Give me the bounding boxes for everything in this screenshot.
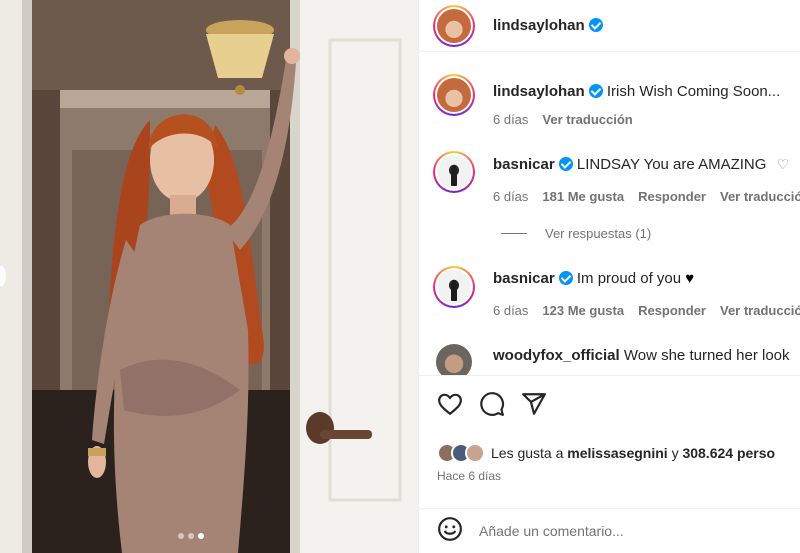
comment-likes[interactable]: 181 Me gusta xyxy=(542,189,624,204)
add-comment-bar xyxy=(419,508,800,553)
comment-item: lindsaylohan Irish Wish Coming Soon... 6… xyxy=(433,74,780,127)
comment-avatar[interactable] xyxy=(433,266,475,308)
comment-item: basnicar LINDSAY You are AMAZING ♡ 6 día… xyxy=(433,151,800,204)
comment-icon[interactable] xyxy=(479,391,505,417)
reply-button[interactable]: Responder xyxy=(638,189,706,204)
view-replies-button[interactable]: Ver respuestas (1) xyxy=(501,226,651,241)
likes-summary[interactable]: Les gusta a melissasegnini y 308.624 per… xyxy=(437,443,775,463)
likes-prefix: Les gusta a xyxy=(491,445,564,461)
comment-username[interactable]: woodyfox_official xyxy=(493,347,620,364)
comment-text: Wow she turned her look xyxy=(623,347,790,364)
comment-avatar[interactable] xyxy=(436,344,472,375)
comment-item: basnicar Im proud of you ♥ 6 días 123 Me… xyxy=(433,266,800,318)
comment-avatar[interactable] xyxy=(433,74,475,116)
post-photo xyxy=(0,0,418,553)
post-header: lindsaylohan xyxy=(419,0,800,52)
verified-icon xyxy=(558,157,573,171)
comment-text: Im proud of you xyxy=(576,270,682,287)
post-timestamp[interactable]: Hace 6 días xyxy=(437,469,501,483)
comment-age[interactable]: 6 días xyxy=(493,189,528,204)
liker-avatars xyxy=(437,443,485,463)
comment-avatar[interactable] xyxy=(433,151,475,193)
comment-username[interactable]: lindsaylohan xyxy=(493,83,585,100)
heart-icon[interactable] xyxy=(437,391,463,417)
comment-text: Irish Wish Coming Soon... xyxy=(606,83,781,100)
carousel-dot xyxy=(178,533,184,539)
comment-age[interactable]: 6 días xyxy=(493,112,528,127)
author-username[interactable]: lindsaylohan xyxy=(493,17,603,34)
likes-count[interactable]: 308.624 perso xyxy=(682,445,775,461)
comment-likes[interactable]: 123 Me gusta xyxy=(542,303,624,318)
translate-link[interactable]: Ver traducción xyxy=(720,189,800,204)
black-heart-icon: ♥ xyxy=(685,270,695,287)
reply-button[interactable]: Responder xyxy=(638,303,706,318)
verified-icon xyxy=(558,271,573,285)
verified-icon xyxy=(588,84,603,98)
comment-age[interactable]: 6 días xyxy=(493,303,528,318)
post-actions: Les gusta a melissasegnini y 308.624 per… xyxy=(419,375,800,483)
translate-link[interactable]: Ver traducción xyxy=(720,303,800,318)
carousel-indicator xyxy=(178,533,204,539)
likes-user[interactable]: melissasegnini xyxy=(567,445,667,461)
comment-username[interactable]: basnicar xyxy=(493,270,555,287)
translate-link[interactable]: Ver traducción xyxy=(542,112,632,127)
carousel-dot xyxy=(188,533,194,539)
comment-like-icon[interactable]: ♡ xyxy=(777,154,790,174)
comment-text: LINDSAY You are AMAZING xyxy=(576,156,767,173)
emoji-icon[interactable] xyxy=(437,516,463,547)
post-sidebar: lindsaylohan lindsaylohan Irish Wish Com… xyxy=(418,0,800,553)
comment-input[interactable] xyxy=(479,523,779,539)
share-icon[interactable] xyxy=(521,391,547,417)
verified-icon xyxy=(588,18,603,32)
comment-item: woodyfox_official Wow she turned her loo… xyxy=(433,344,790,375)
likes-conj: y xyxy=(671,445,679,461)
author-avatar[interactable] xyxy=(433,4,475,47)
comment-username[interactable]: basnicar xyxy=(493,156,555,173)
carousel-dot-active xyxy=(198,533,204,539)
comments-list[interactable]: lindsaylohan Irish Wish Coming Soon... 6… xyxy=(419,52,800,375)
